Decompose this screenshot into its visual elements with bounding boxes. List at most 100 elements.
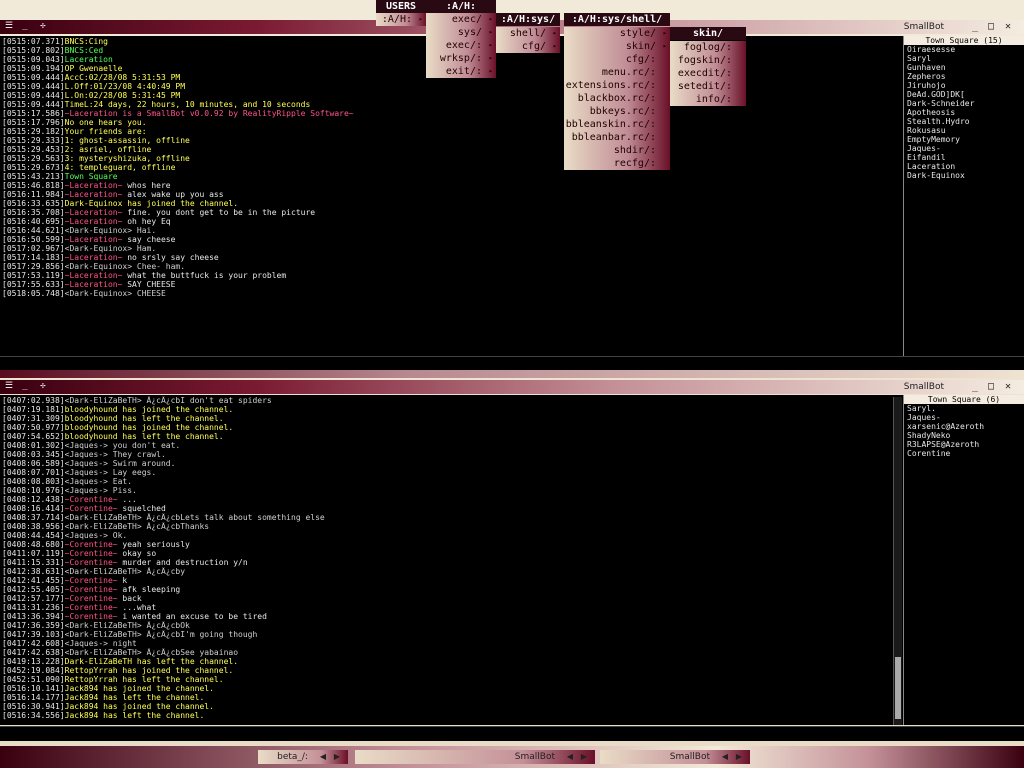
- chat-line: [0407:31.309]bloodyhound has left the ch…: [2, 414, 890, 423]
- menu-item[interactable]: exit/: ▸: [426, 65, 496, 78]
- skin-menu-header[interactable]: skin/: [670, 27, 746, 40]
- user-list-item[interactable]: Zepheros: [904, 72, 1024, 81]
- sys-menu-header[interactable]: :A/H:sys/: [496, 13, 560, 26]
- chat-timestamp: [0408:38.956]: [2, 522, 65, 531]
- menu-item[interactable]: bbleanbar.rc/:: [564, 131, 670, 144]
- arrow-right-icon[interactable]: ▶: [736, 750, 742, 764]
- user-list-item[interactable]: Jaques-: [904, 144, 1024, 153]
- chat-timestamp: [0412:55.405]: [2, 585, 65, 594]
- user-list-item[interactable]: Corentine: [904, 449, 1024, 458]
- user-list-item[interactable]: EmptyMemory: [904, 135, 1024, 144]
- chat-text: ~Laceration~: [64, 217, 123, 226]
- scrollbar-thumb[interactable]: [895, 657, 901, 719]
- chat-line: [0515:09.444]L.Off:01/23/08 4:40:49 PM: [2, 82, 898, 91]
- menu-item[interactable]: wrksp/: ▸: [426, 52, 496, 65]
- chat-text: L.On:02/28/08 5:31:45 PM: [64, 91, 181, 100]
- menu-item[interactable]: blackbox.rc/:: [564, 92, 670, 105]
- menu-item[interactable]: extensions.rc/:: [564, 79, 670, 92]
- menu-item[interactable]: fogskin/:: [670, 54, 746, 67]
- chat-text: i wanted an excuse to be tired: [117, 612, 267, 621]
- menu-item[interactable]: skin/ ▸: [564, 40, 670, 53]
- taskbar-item[interactable]: beta_/: ◀ ▶: [258, 750, 348, 764]
- top-chat-input[interactable]: [0, 356, 1024, 371]
- user-list-item[interactable]: Eifandil: [904, 153, 1024, 162]
- user-list-item[interactable]: Saryl: [904, 54, 1024, 63]
- user-list-item[interactable]: Jiruhojo: [904, 81, 1024, 90]
- bottom-scrollbar[interactable]: [893, 397, 902, 725]
- user-list-item[interactable]: Rokusasu: [904, 126, 1024, 135]
- arrow-left-icon[interactable]: ◀: [722, 750, 728, 764]
- chat-line: [0408:03.345]<Jaques-> They crawl.: [2, 450, 890, 459]
- menu-icon[interactable]: ☰: [4, 21, 14, 31]
- maximize-button[interactable]: □: [988, 380, 994, 394]
- user-list-item[interactable]: Dark-Schneider: [904, 99, 1024, 108]
- menu-item[interactable]: menu.rc/:: [564, 66, 670, 79]
- user-list-item[interactable]: ShadyNeko: [904, 431, 1024, 440]
- menu-item[interactable]: style/ ▸: [564, 27, 670, 40]
- minimize-button[interactable]: _: [972, 20, 978, 34]
- chat-line: [0408:48.680]~Corentine~ yeah seriously: [2, 540, 890, 549]
- chat-text: BNCS:Cing: [64, 37, 108, 46]
- pin-icon[interactable]: ✢: [38, 21, 48, 31]
- user-list-item[interactable]: xarsenic@Azeroth: [904, 422, 1024, 431]
- menu-item[interactable]: recfg/:: [564, 157, 670, 170]
- arrow-right-icon[interactable]: ▶: [334, 750, 340, 764]
- close-button[interactable]: ✕: [1005, 380, 1011, 394]
- chat-text: L.Off:01/23/08 4:40:49 PM: [64, 82, 186, 91]
- user-list-item[interactable]: Saryl.: [904, 404, 1024, 413]
- menu-item[interactable]: bbkeys.rc/:: [564, 105, 670, 118]
- menu-item[interactable]: exec/: ▸: [426, 39, 496, 52]
- chat-timestamp: [0516:14.177]: [2, 693, 65, 702]
- chat-text: ...what: [117, 603, 157, 612]
- user-list-item[interactable]: Apotheosis: [904, 108, 1024, 117]
- submenu-arrow-icon: ▸: [488, 28, 493, 36]
- menu-item[interactable]: cfg/ ▸: [496, 40, 560, 53]
- menu-item[interactable]: shell/ ▸: [496, 27, 560, 40]
- chat-text: what the buttfuck is your problem: [122, 271, 287, 280]
- menu-item[interactable]: shdir/:: [564, 144, 670, 157]
- menu-item[interactable]: sys/ ▸: [426, 26, 496, 39]
- arrow-left-icon[interactable]: ◀: [320, 750, 326, 764]
- menu-item[interactable]: bbleanskin.rc/:: [564, 118, 670, 131]
- shell-menu-header[interactable]: :A/H:sys/shell/: [564, 13, 670, 26]
- menu-item[interactable]: setedit/:: [670, 80, 746, 93]
- chat-timestamp: [0408:48.680]: [2, 540, 65, 549]
- chat-text: 1: ghost-assassin, offline: [64, 136, 190, 145]
- user-list-item[interactable]: Oiraesesse: [904, 45, 1024, 54]
- user-list-item[interactable]: Gunhaven: [904, 63, 1024, 72]
- user-list-item[interactable]: DeAd.GOD]DK[: [904, 90, 1024, 99]
- close-button[interactable]: ✕: [1005, 20, 1011, 34]
- chat-line: [0516:33.635]Dark-Equinox has joined the…: [2, 199, 898, 208]
- chat-line: [0452:19.084]RettopYrrah has joined the …: [2, 666, 890, 675]
- menu-item[interactable]: info/:: [670, 93, 746, 106]
- menu-item[interactable]: exec/ ▸: [426, 13, 496, 26]
- bottom-window-titlebar[interactable]: ☰ _ ✢ SmallBot _ □ ✕: [0, 380, 1024, 394]
- users-menu-label[interactable]: USERS: [376, 0, 426, 13]
- maximize-button[interactable]: □: [988, 20, 994, 34]
- menu-item[interactable]: foglog/:: [670, 41, 746, 54]
- minimize-icon[interactable]: _: [20, 21, 30, 31]
- taskbar-item[interactable]: SmallBot ◀ ▶: [355, 750, 595, 764]
- arrow-right-icon[interactable]: ▶: [581, 750, 587, 764]
- user-list-item[interactable]: Jaques-: [904, 413, 1024, 422]
- chat-text: ~Laceration~: [64, 271, 123, 280]
- minimize-button[interactable]: _: [972, 380, 978, 394]
- user-list-item[interactable]: Dark-Equinox: [904, 171, 1024, 180]
- chat-timestamp: [0413:31.236]: [2, 603, 65, 612]
- taskbar-item[interactable]: SmallBot ◀ ▶: [600, 750, 750, 764]
- menu-item-ah[interactable]: :A/H: ▸: [376, 13, 426, 26]
- chat-line: [0412:55.405]~Corentine~ afk sleeping: [2, 585, 890, 594]
- root-menu-header[interactable]: :A/H:: [426, 0, 496, 13]
- menu-item[interactable]: cfg/:: [564, 53, 670, 66]
- bottom-chat-input[interactable]: [0, 726, 1024, 741]
- arrow-left-icon[interactable]: ◀: [567, 750, 573, 764]
- menu-item[interactable]: execdit/:: [670, 67, 746, 80]
- user-list-item[interactable]: R3LAPSE@Azeroth: [904, 440, 1024, 449]
- minimize-icon[interactable]: _: [20, 381, 30, 391]
- chat-timestamp: [0412:38.631]: [2, 567, 65, 576]
- user-list-item[interactable]: Laceration: [904, 162, 1024, 171]
- pin-icon[interactable]: ✢: [38, 381, 48, 391]
- user-list-item[interactable]: Stealth.Hydro: [904, 117, 1024, 126]
- menu-icon[interactable]: ☰: [4, 381, 14, 391]
- chat-timestamp: [0411:07.119]: [2, 549, 65, 558]
